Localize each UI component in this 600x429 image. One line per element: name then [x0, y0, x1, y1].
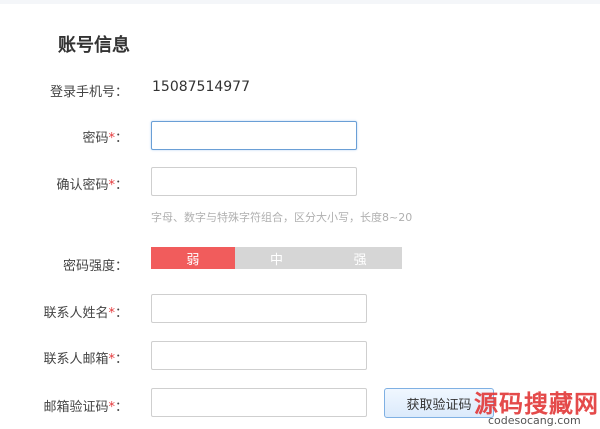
label-colon: ： [114, 352, 128, 367]
email-code-label: 邮箱验证码*： [43, 396, 128, 415]
password-hint: 字母、数字与特殊字符组合，区分大小写，长度8~20 [151, 211, 413, 224]
label-colon: ： [114, 400, 128, 415]
strength-label: 密码强度： [62, 259, 128, 274]
contact-email-label-text: 联系人邮箱 [43, 352, 109, 367]
label-colon: ： [114, 131, 128, 146]
label-colon: ： [114, 178, 128, 193]
contact-name-label: 联系人姓名*： [43, 302, 128, 321]
phone-value: 15087514977 [152, 79, 250, 95]
watermark-url: codesocang.com [488, 414, 581, 427]
contact-name-input[interactable] [151, 294, 367, 323]
strength-weak: 弱 [151, 247, 235, 269]
phone-label: 登录手机号： [49, 85, 128, 100]
password-input[interactable] [151, 121, 357, 150]
watermark-logo: 源码搜藏网 codesocang.com [474, 384, 600, 429]
section-title: 账号信息 [58, 35, 130, 56]
email-code-input[interactable] [151, 388, 367, 417]
email-code-label-text: 邮箱验证码 [43, 400, 109, 415]
confirm-password-label-text: 确认密码 [56, 178, 109, 193]
confirm-password-input[interactable] [151, 167, 357, 196]
confirm-password-label: 确认密码*： [56, 174, 128, 193]
password-label-text: 密码 [82, 131, 109, 146]
contact-email-input[interactable] [151, 341, 367, 370]
contact-name-label-text: 联系人姓名 [43, 306, 109, 321]
password-label: 密码*： [82, 127, 128, 146]
password-strength-meter: 弱 中 强 [151, 247, 403, 269]
contact-email-label: 联系人邮箱*： [43, 348, 128, 367]
strength-strong: 强 [318, 247, 403, 269]
top-border [0, 0, 600, 4]
label-colon: ： [114, 306, 128, 321]
strength-medium: 中 [234, 247, 319, 269]
